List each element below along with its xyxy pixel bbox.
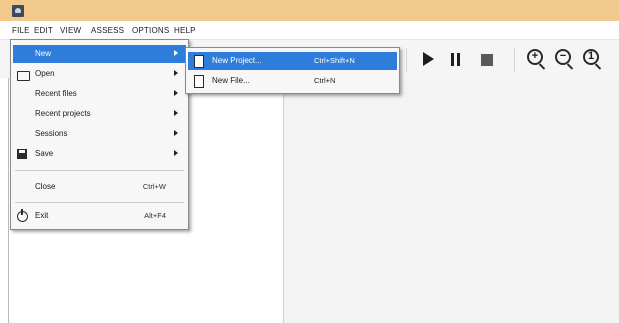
menu-item-exit[interactable]: Exit Alt+F4: [13, 207, 186, 225]
menu-edit[interactable]: EDIT: [34, 26, 53, 35]
menu-bar: FILE EDIT VIEW ASSESS OPTIONS HELP: [0, 21, 619, 40]
menu-file[interactable]: FILE: [12, 26, 30, 35]
menu-options[interactable]: OPTIONS: [132, 26, 169, 35]
title-bar: [0, 0, 619, 21]
menu-item-open[interactable]: Open: [13, 65, 186, 83]
stop-icon[interactable]: [481, 54, 493, 66]
save-icon: [17, 149, 27, 159]
toolbar-separator: [406, 48, 407, 72]
zoom-reset-icon[interactable]: 1: [583, 49, 599, 65]
pause-icon[interactable]: [451, 53, 461, 66]
document-icon: [194, 75, 204, 88]
zoom-in-icon[interactable]: +: [527, 49, 543, 65]
workspace-panel[interactable]: [284, 78, 619, 323]
menu-view[interactable]: VIEW: [60, 26, 81, 35]
chevron-right-icon: [174, 50, 178, 56]
menu-help[interactable]: HELP: [174, 26, 196, 35]
menu-item-recent-files[interactable]: Recent files: [13, 85, 186, 103]
toolbar-separator: [514, 48, 515, 72]
menu-item-recent-projects[interactable]: Recent projects: [13, 105, 186, 123]
chevron-right-icon: [174, 90, 178, 96]
chevron-right-icon: [174, 70, 178, 76]
menu-item-sessions[interactable]: Sessions: [13, 125, 186, 143]
submenu-item-new-file[interactable]: New File... Ctrl+N: [188, 72, 397, 90]
menu-assess[interactable]: ASSESS: [91, 26, 124, 35]
chevron-right-icon: [174, 150, 178, 156]
app-icon[interactable]: [12, 5, 24, 17]
menu-item-new[interactable]: New: [13, 45, 186, 63]
menu-divider: [15, 170, 184, 171]
submenu-item-new-project[interactable]: New Project... Ctrl+Shift+N: [188, 52, 397, 70]
file-menu-dropdown: New Open Recent files Recent projects Se…: [10, 39, 189, 230]
chevron-right-icon: [174, 110, 178, 116]
document-icon: [194, 55, 204, 68]
folder-icon: [17, 71, 30, 81]
power-icon: [17, 209, 28, 222]
menu-item-save[interactable]: Save: [13, 145, 186, 163]
menu-divider: [15, 202, 184, 203]
play-icon[interactable]: [423, 52, 434, 66]
chevron-right-icon: [174, 130, 178, 136]
zoom-out-icon[interactable]: −: [555, 49, 571, 65]
menu-item-close[interactable]: Close Ctrl+W: [13, 178, 186, 196]
new-submenu: New Project... Ctrl+Shift+N New File... …: [185, 47, 400, 94]
